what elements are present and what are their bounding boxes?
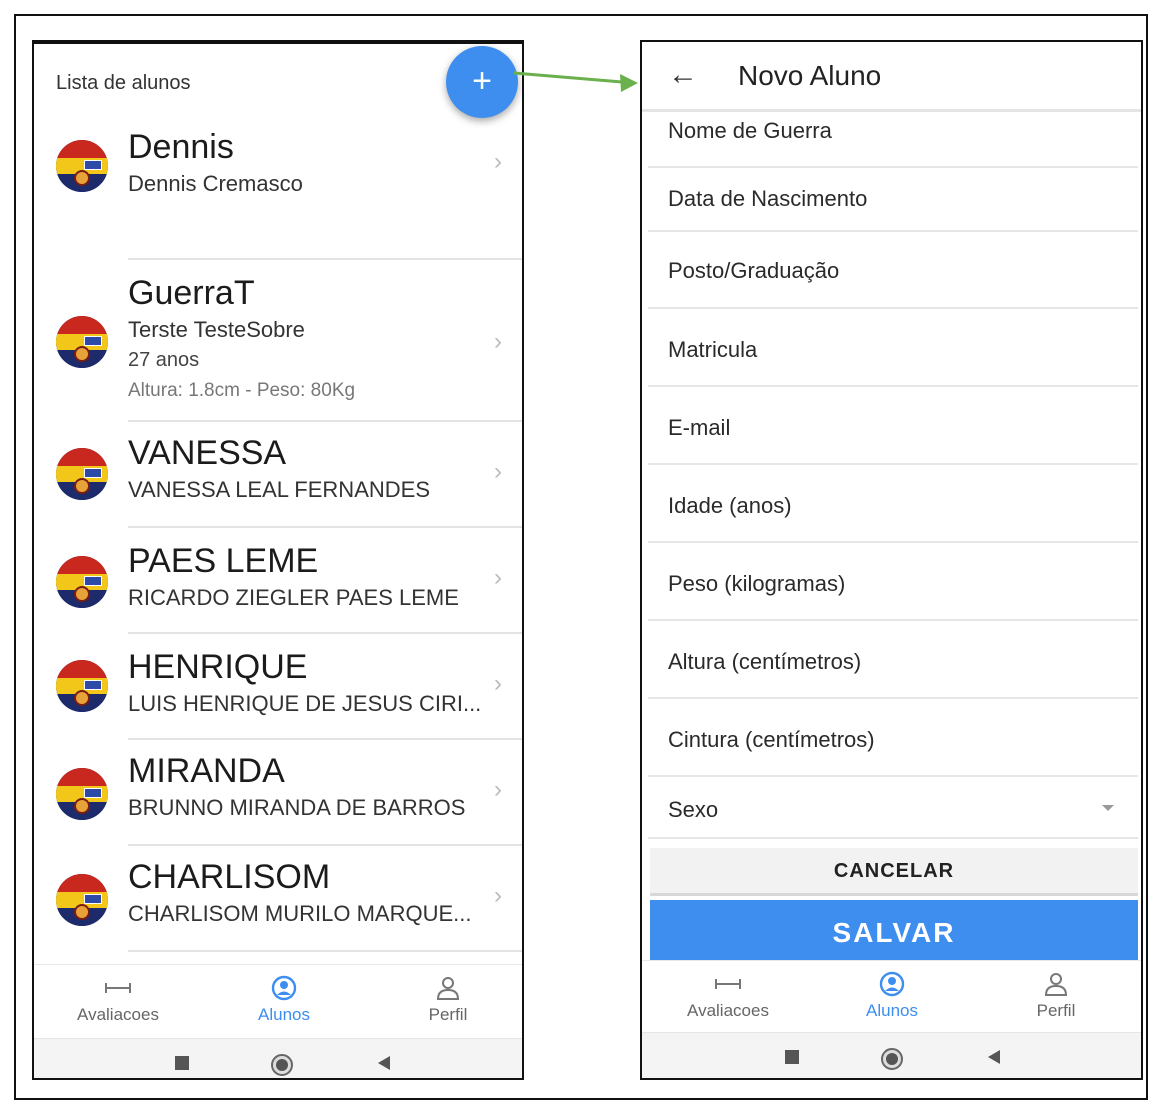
student-row[interactable]: MIRANDA BRUNNO MIRANDA DE BARROS › [34,740,522,846]
avatar [56,448,108,500]
save-button[interactable]: SALVAR [650,900,1138,960]
form-field[interactable]: Matricula [648,309,1138,387]
app-bar: ← Novo Aluno [642,42,1141,112]
person-icon [1044,973,1068,996]
student-row[interactable]: PAES LEME RICARDO ZIEGLER PAES LEME › [34,528,522,634]
avatar [56,874,108,926]
form-field[interactable]: Cintura (centímetros) [648,699,1138,777]
system-nav-bar [642,1032,1141,1078]
field-label: Nome de Guerra [668,118,832,143]
form-field[interactable]: Posto/Graduação [648,232,1138,309]
new-student-form: Nome de Guerra Data de Nascimento Posto/Gr… [648,112,1138,839]
avatar [56,660,108,712]
chevron-right-icon: › [494,882,502,909]
bottom-nav: Avaliacoes Alunos Perfil [642,960,1141,1034]
chevron-right-icon: › [494,458,502,485]
student-row[interactable]: VANESSA VANESSA LEAL FERNANDES › [34,422,522,528]
chevron-right-icon: › [494,328,502,355]
dropdown-caret-icon[interactable] [1102,805,1114,811]
student-row[interactable]: Dennis Dennis Cremasco › [34,118,522,260]
nav-perfil[interactable]: Perfil [388,965,508,1025]
nav-alunos[interactable]: Alunos [224,965,344,1025]
arrow-left-icon[interactable]: ← [668,58,698,92]
student-full-name: VANESSA LEAL FERNANDES [128,477,430,502]
avatar [56,768,108,820]
student-name: GuerraT [128,274,255,312]
student-full-name: RICARDO ZIEGLER PAES LEME [128,585,459,610]
system-nav-bar [34,1038,522,1078]
field-label: Matricula [668,337,758,362]
chevron-right-icon: › [494,564,502,591]
student-full-name: LUIS HENRIQUE DE JESUS CIRI... [128,691,482,716]
student-name: PAES LEME [128,542,319,580]
chevron-right-icon: › [494,148,502,175]
nav-label: Alunos [258,1005,310,1024]
avatar [56,316,108,368]
student-row[interactable]: MENDES MORAES› [34,952,522,964]
form-field[interactable]: Nome de Guerra [648,112,1138,168]
user-circle-icon [271,975,297,1001]
field-label: Data de Nascimento [668,186,868,211]
form-field[interactable]: Peso (kilogramas) [648,543,1138,621]
nav-alunos[interactable]: Alunos [832,961,952,1021]
student-name: CHARLISOM [128,858,331,896]
student-measures: Altura: 1.8cm - Peso: 80Kg [128,380,356,401]
nav-avaliacoes[interactable]: Avaliacoes [668,961,788,1021]
student-list-screen: Lista de alunos + Dennis Dennis Cremasco ›… [32,40,524,1080]
new-student-screen: ← Novo Aluno Nome de Guerra Data de Nasci… [640,40,1143,1080]
student-row[interactable]: GuerraT Terste TesteSobre 27 anos Altura: 1… [34,260,522,422]
ruler-icon [715,979,741,989]
student-full-name: Dennis Cremasco [128,171,303,196]
user-circle-icon [879,971,905,997]
form-field[interactable]: Idade (anos) [648,465,1138,543]
field-label: Altura (centímetros) [668,649,862,674]
chevron-right-icon: › [494,776,502,803]
nav-label: Avaliacoes [77,1005,159,1024]
back-triangle-icon[interactable] [374,1053,394,1073]
cancel-button[interactable]: CANCELAR [650,848,1138,896]
recents-icon[interactable] [172,1053,192,1073]
recents-icon[interactable] [782,1047,802,1067]
nav-label: Avaliacoes [687,1001,769,1020]
home-icon[interactable] [880,1047,904,1071]
student-full-name: Terste TesteSobre [128,317,305,342]
student-row[interactable]: HENRIQUE LUIS HENRIQUE DE JESUS CIRI... › [34,634,522,740]
student-list[interactable]: Dennis Dennis Cremasco › GuerraT Terste Test… [34,118,522,964]
screen-title: Novo Aluno [738,60,882,91]
student-full-name: CHARLISOM MURILO MARQUE... [128,901,472,926]
student-row[interactable]: CHARLISOM CHARLISOM MURILO MARQUE... › [34,846,522,952]
bottom-nav: Avaliacoes Alunos Perfil [34,964,522,1038]
nav-label: Alunos [866,1001,918,1020]
student-full-name: BRUNNO MIRANDA DE BARROS [128,795,466,820]
avatar [56,140,108,192]
chevron-right-icon: › [494,670,502,697]
student-name: Dennis [128,128,234,166]
form-field[interactable]: Sexo [648,777,1138,839]
nav-label: Perfil [1036,1001,1076,1020]
list-title: Lista de alunos [56,72,191,94]
person-icon [436,977,460,1000]
student-name: VANESSA [128,434,287,472]
form-field[interactable]: E-mail [648,387,1138,465]
ruler-icon [105,983,131,993]
form-field[interactable]: Altura (centímetros) [648,621,1138,699]
form-field[interactable]: Data de Nascimento [648,168,1138,232]
avatar [56,556,108,608]
back-triangle-icon[interactable] [984,1047,1004,1067]
add-student-button[interactable]: + [446,46,518,118]
field-label: Peso (kilogramas) [668,571,846,596]
student-name: HENRIQUE [128,648,308,686]
field-label: Cintura (centímetros) [668,727,875,752]
field-label: Idade (anos) [668,493,792,518]
student-age: 27 anos [128,349,200,371]
home-icon[interactable] [270,1053,294,1077]
field-label: Sexo [668,797,719,822]
field-label: E-mail [668,415,731,440]
field-label: Posto/Graduação [668,258,840,283]
nav-label: Perfil [428,1005,468,1024]
nav-avaliacoes[interactable]: Avaliacoes [58,965,178,1025]
student-name: MIRANDA [128,752,285,790]
nav-perfil[interactable]: Perfil [996,961,1116,1021]
